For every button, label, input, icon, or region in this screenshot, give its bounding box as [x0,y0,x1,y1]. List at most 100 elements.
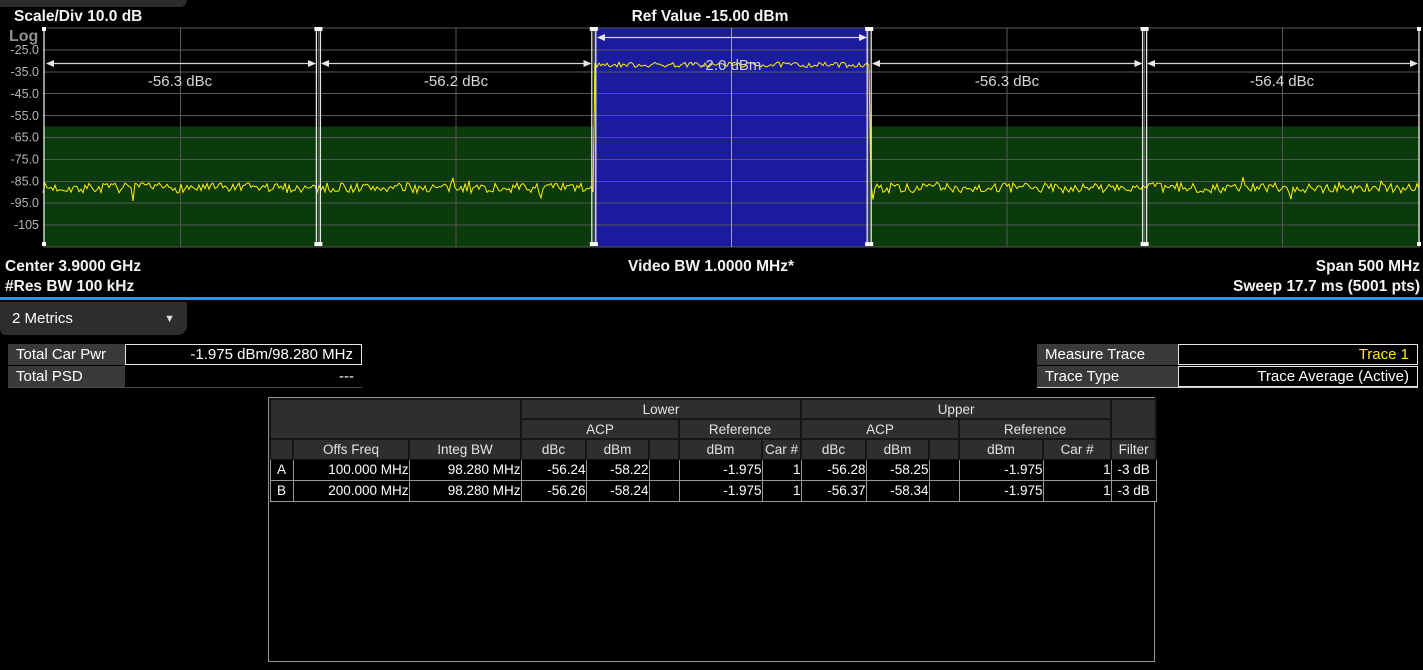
scale-div-label: Scale/Div 10.0 dB [14,8,142,25]
y-tick-label: -85.0 [11,175,40,189]
col-header [929,439,959,459]
col-header-car: Car # [1043,439,1111,459]
chevron-down-icon: ▼ [164,313,175,325]
span-label: Span 500 MHz [1316,258,1420,275]
res-bw-label: #Res BW 100 kHz [5,278,134,295]
lower-reference-header: Reference [679,419,801,439]
y-tick-label: -25.0 [11,43,40,57]
lower-dbm-cell: -58.22 [586,459,649,480]
spacer-cell [929,480,959,501]
lower-car-cell: 1 [762,480,801,501]
offset-label-lower-b: -56.3 dBc [148,73,213,90]
boundary-cap [865,242,869,246]
arrowhead-left [1147,60,1155,67]
lower-ref-dbm-cell: -1.975 [679,459,762,480]
integ-bw-cell: 98.280 MHz [409,459,521,480]
offs-freq-cell: 100.000 MHz [293,459,409,480]
boundary-cap [590,27,594,31]
boundary-cap [1417,242,1421,246]
upper-reference-header: Reference [959,419,1111,439]
filter-cell: -3 dB [1111,459,1156,480]
boundary-cap [1141,242,1145,246]
y-tick-label: -45.0 [11,87,40,101]
boundary-cap [590,242,594,246]
acp-results-panel: Lower Upper ACP Reference ACP Reference … [268,397,1155,662]
lower-group-header: Lower [521,399,801,419]
upper-ref-dbm-cell: -1.975 [959,480,1043,501]
lower-dbm-cell: -58.24 [586,480,649,501]
integ-bw-cell: 98.280 MHz [409,480,521,501]
video-bw-label: Video BW 1.0000 MHz* [628,258,795,275]
acp-row-a: A 100.000 MHz 98.280 MHz -56.24 -58.22 -… [270,459,1156,480]
arrowhead-right [308,60,316,67]
upper-dbc-cell: -56.37 [801,480,866,501]
upper-car-cell: 1 [1043,480,1111,501]
header-blank [270,399,521,439]
upper-ref-dbm-cell: -1.975 [959,459,1043,480]
carrier-power-summary: Total Car Pwr -1.975 dBm/98.280 MHz Tota… [8,344,362,388]
lower-dbc-cell: -56.24 [521,459,586,480]
row-letter: B [270,480,293,501]
y-tick-label: -75.0 [11,153,40,167]
col-header-ref-dbm: dBm [959,439,1043,459]
offs-freq-cell: 200.000 MHz [293,480,409,501]
acp-group-header-row: Lower Upper [270,399,1156,419]
analyzer-screen: Scale/Div 10.0 dB Ref Value -15.00 dBm L… [0,0,1423,670]
total-car-pwr-label: Total Car Pwr [8,344,125,365]
acp-row-b: B 200.000 MHz 98.280 MHz -56.26 -58.24 -… [270,480,1156,501]
boundary-cap [594,242,598,246]
spacer-cell [929,459,959,480]
spectrum-display: Scale/Div 10.0 dB Ref Value -15.00 dBm L… [0,0,1423,296]
lower-acp-header: ACP [521,419,679,439]
boundary-cap [1141,27,1145,31]
boundary-cap [42,242,46,246]
header-blank [1111,399,1156,439]
metrics-dropdown[interactable]: 2 Metrics ▼ [0,302,187,335]
lower-dbc-cell: -56.26 [521,480,586,501]
y-tick-label: -55.0 [11,109,40,123]
col-header-dbc: dBc [801,439,866,459]
col-header-dbc: dBc [521,439,586,459]
boundary-cap [594,27,598,31]
boundary-cap [869,27,873,31]
arrowhead-left [321,60,329,67]
col-header-integ-bw: Integ BW [409,439,521,459]
boundary-cap [318,27,322,31]
col-header [270,439,293,459]
upper-group-header: Upper [801,399,1111,419]
upper-acp-header: ACP [801,419,959,439]
y-tick-label: -35.0 [11,65,40,79]
boundary-cap [869,242,873,246]
sweep-label: Sweep 17.7 ms (5001 pts) [1233,278,1420,295]
upper-dbm-cell: -58.25 [866,459,929,480]
upper-car-cell: 1 [1043,459,1111,480]
acp-column-header-row: Offs Freq Integ BW dBc dBm dBm Car # dBc… [270,439,1156,459]
arrowhead-right [1410,60,1418,67]
upper-dbm-cell: -58.34 [866,480,929,501]
spacer-cell [649,480,679,501]
col-header-dbm: dBm [866,439,929,459]
acp-results-table: Lower Upper ACP Reference ACP Reference … [269,398,1157,502]
measure-trace-value[interactable]: Trace 1 [1178,344,1418,365]
trace-summary: Measure Trace Trace 1 Trace Type Trace A… [1037,344,1418,388]
measure-trace-label: Measure Trace [1037,344,1178,365]
boundary-cap [1417,27,1421,31]
arrowhead-left [46,60,54,67]
total-car-pwr-value: -1.975 dBm/98.280 MHz [125,344,362,365]
col-header-filter: Filter [1111,439,1156,459]
row-letter: A [270,459,293,480]
trace-type-label: Trace Type [1037,366,1178,387]
arrowhead-left [872,60,880,67]
y-tick-label: -65.0 [11,131,40,145]
trace-type-value[interactable]: Trace Average (Active) [1178,366,1418,387]
boundary-cap [1145,242,1149,246]
offset-label-upper-b: -56.4 dBc [1250,73,1315,90]
col-header-offs-freq: Offs Freq [293,439,409,459]
offset-label-upper-a: -56.3 dBc [975,73,1040,90]
total-psd-value: --- [125,366,362,387]
col-header-ref-dbm: dBm [679,439,762,459]
y-tick-label: -105 [14,218,39,232]
boundary-cap [1145,27,1149,31]
boundary-cap [314,242,318,246]
metrics-dropdown-label: 2 Metrics [12,310,73,327]
